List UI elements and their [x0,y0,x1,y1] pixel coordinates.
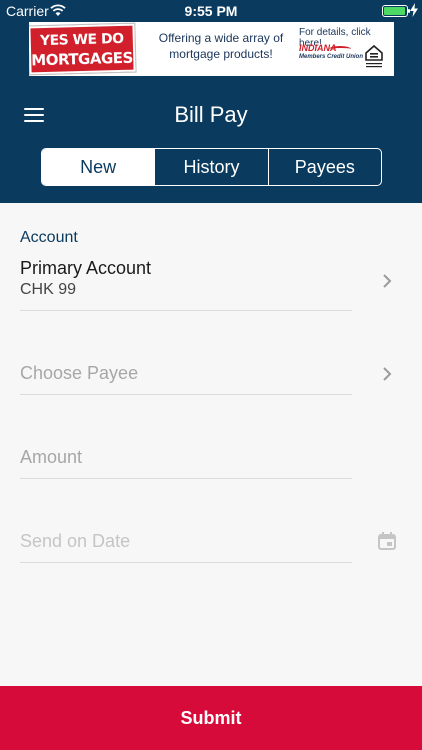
credit-union-logo: INDIANA Members Credit Union [299,43,363,65]
bill-pay-tabs: New History Payees [41,148,382,186]
ad-banner[interactable]: YES WE DO MORTGAGES! Offering a wide arr… [29,22,394,76]
ad-badge-line2: MORTGAGES! [31,48,140,70]
logo-swoosh-icon [329,46,351,52]
equal-housing-icon [365,44,383,68]
app-header: YES WE DO MORTGAGES! Offering a wide arr… [0,22,422,203]
bill-pay-form: Account Primary Account CHK 99 Choose Pa… [0,203,422,686]
calendar-icon[interactable] [377,531,397,551]
amount-placeholder: Amount [20,447,83,467]
payee-selector[interactable]: Choose Payee [20,363,352,395]
payee-placeholder: Choose Payee [20,363,139,383]
battery-fill [384,7,405,15]
chevron-right-icon [383,367,392,381]
account-label: Account [20,229,78,246]
account-number: CHK 99 [20,281,77,298]
send-date-input[interactable]: Send on Date [20,531,352,563]
ad-badge: YES WE DO MORTGAGES! [29,22,140,76]
submit-button[interactable]: Submit [0,686,422,750]
tab-payees[interactable]: Payees [267,149,381,185]
status-time: 9:55 PM [184,3,238,19]
logo-sub: Members Credit Union [299,54,364,60]
page-title: Bill Pay [174,102,248,127]
tab-new[interactable]: New [42,149,155,185]
account-selector[interactable]: Primary Account CHK 99 [20,258,352,311]
charging-icon [410,3,418,17]
date-placeholder: Send on Date [20,531,131,551]
status-bar: Carrier 9:55 PM [0,0,422,22]
tab-history[interactable]: History [154,149,267,185]
amount-input[interactable]: Amount [20,447,352,479]
chevron-right-icon [383,274,392,288]
account-value: Primary Account [20,258,152,278]
battery-icon [382,5,410,17]
ad-text: Offering a wide array of mortgage produc… [158,31,284,61]
